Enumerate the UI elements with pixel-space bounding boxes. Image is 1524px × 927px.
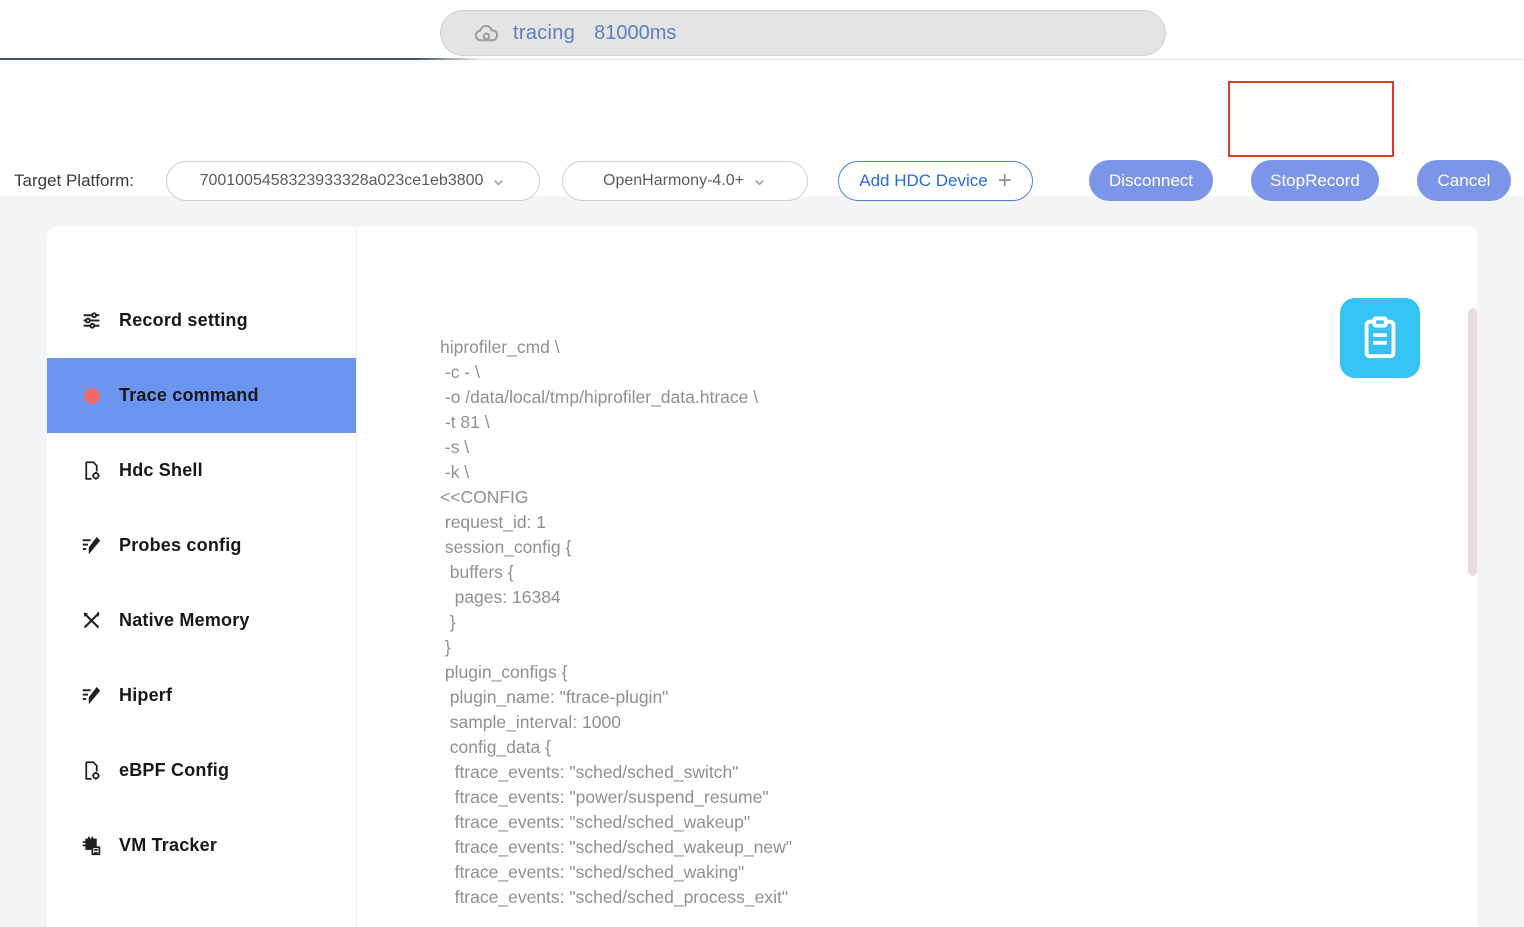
edit-icon [81, 685, 102, 706]
memory-icon [81, 835, 102, 856]
sidebar-item-label: Native Memory [119, 610, 250, 631]
sidebar-item-label: eBPF Config [119, 760, 229, 781]
record-dot-icon [81, 385, 102, 406]
sidebar: Record setting Trace command Hdc Shell [47, 227, 357, 927]
sidebar-item-vm-tracker[interactable]: VM Tracker [47, 808, 356, 883]
sidebar-item-hiperf[interactable]: Hiperf [47, 658, 356, 733]
trace-command-text: hiprofiler_cmd \ -c - \ -o /data/local/t… [440, 335, 792, 910]
sidebar-item-label: Probes config [119, 535, 242, 556]
sidebar-item-trace-command[interactable]: Trace command [47, 358, 356, 433]
plus-icon: + [998, 169, 1012, 193]
sliders-icon [81, 310, 102, 331]
file-gear-icon [81, 760, 102, 781]
file-gear-icon [81, 460, 102, 481]
sidebar-item-native-memory[interactable]: Native Memory [47, 583, 356, 658]
sidebar-item-label: Record setting [119, 310, 248, 331]
recording-progress-line [0, 58, 482, 60]
chevron-down-icon [752, 175, 767, 190]
top-bar: tracing 81000ms [0, 0, 1524, 60]
sidebar-item-ebpf-config[interactable]: eBPF Config [47, 733, 356, 808]
sidebar-item-label: Hdc Shell [119, 460, 203, 481]
record-config-panel: Record setting Trace command Hdc Shell [47, 227, 1477, 927]
copy-clipboard-button[interactable] [1340, 298, 1420, 378]
device-select-value: 7001005458323933328a023ce1eb3800 [200, 172, 484, 190]
device-select[interactable]: 7001005458323933328a023ce1eb3800 [166, 161, 540, 201]
device-toolbar: Target Platform: 7001005458323933328a023… [0, 60, 1524, 196]
os-version-value: OpenHarmony-4.0+ [603, 172, 744, 190]
sidebar-item-probes-config[interactable]: Probes config [47, 508, 356, 583]
sidebar-item-record-setting[interactable]: Record setting [47, 283, 356, 358]
sidebar-item-label: Trace command [119, 385, 259, 406]
sidebar-item-label: Hiperf [119, 685, 172, 706]
cloud-icon [473, 20, 500, 47]
clipboard-icon [1357, 315, 1403, 361]
os-version-select[interactable]: OpenHarmony-4.0+ [562, 161, 808, 201]
chevron-down-icon [491, 175, 506, 190]
tools-icon [81, 610, 102, 631]
add-hdc-device-button[interactable]: Add HDC Device + [838, 161, 1033, 201]
tracing-status-label: tracing [513, 22, 575, 45]
vertical-scrollbar-thumb[interactable] [1468, 308, 1477, 576]
tracing-duration: 81000ms [594, 22, 676, 45]
disconnect-button[interactable]: Disconnect [1089, 160, 1213, 201]
sidebar-item-label: VM Tracker [119, 835, 217, 856]
sidebar-item-hdc-shell[interactable]: Hdc Shell [47, 433, 356, 508]
cancel-button[interactable]: Cancel [1417, 160, 1511, 201]
add-hdc-device-label: Add HDC Device [859, 171, 988, 191]
target-platform-label: Target Platform: [14, 171, 134, 191]
stop-record-button[interactable]: StopRecord [1251, 160, 1379, 201]
tracing-status-pill: tracing 81000ms [440, 10, 1166, 56]
edit-icon [81, 535, 102, 556]
